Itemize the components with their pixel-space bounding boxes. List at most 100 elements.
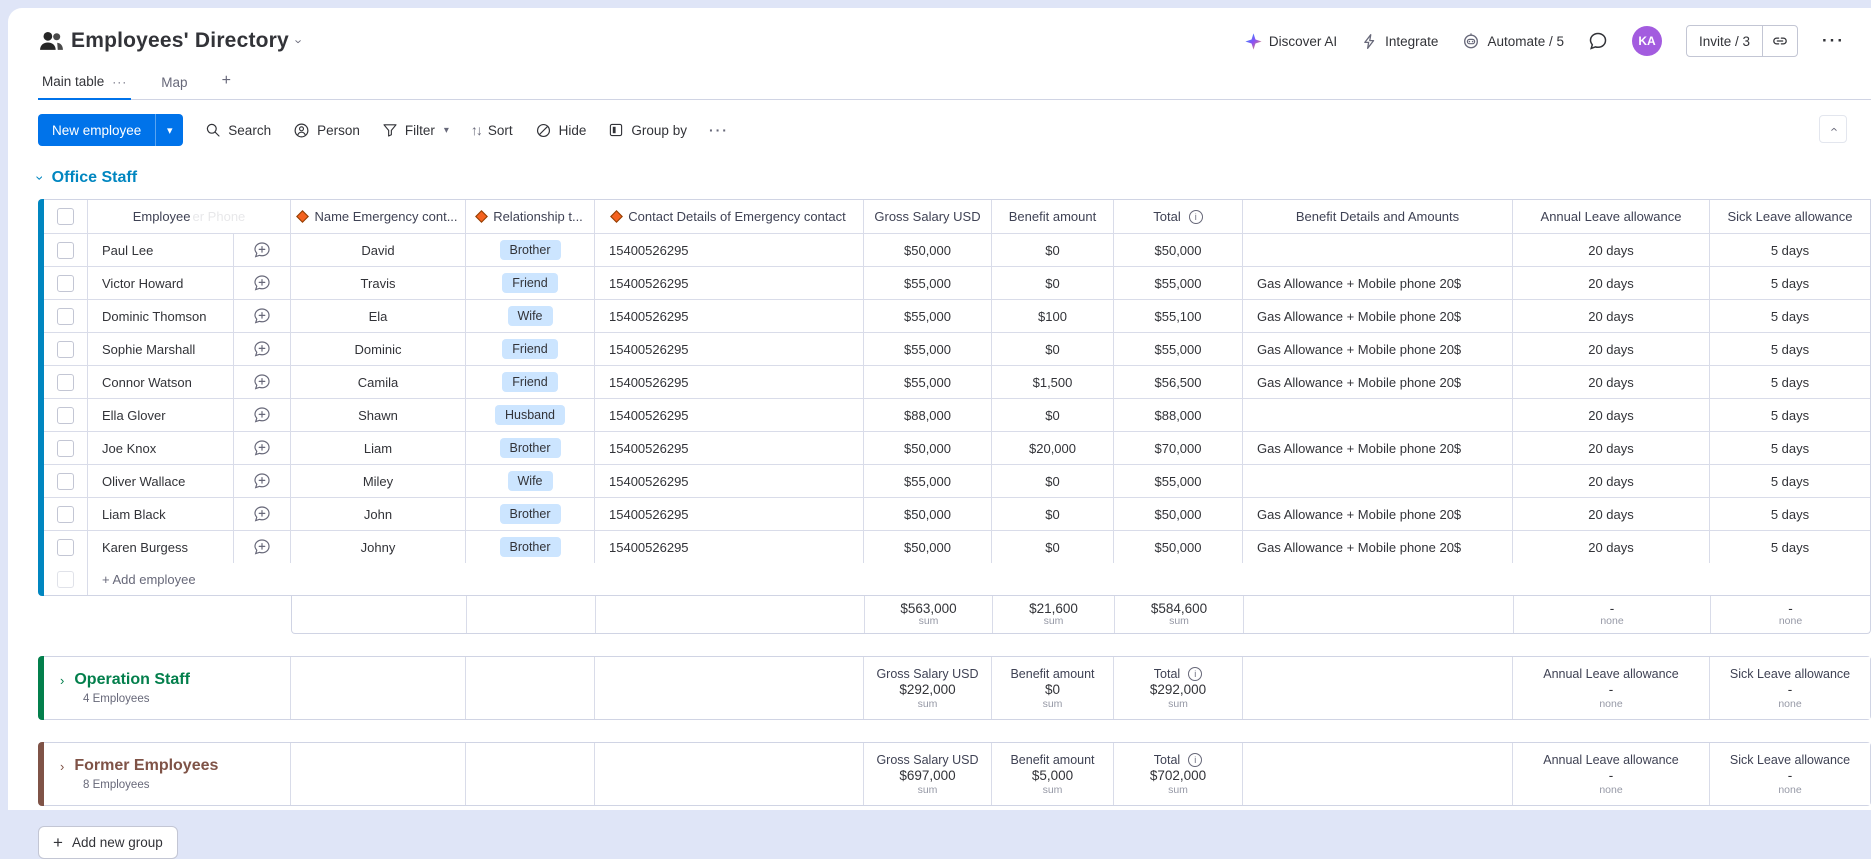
group-operation-staff-header[interactable]: › Operation Staff 4 Employees: [44, 657, 291, 719]
collapsed-annual-leave[interactable]: Annual Leave allowance - none: [1513, 657, 1710, 719]
annual-leave-cell[interactable]: 20 days: [1513, 531, 1710, 563]
relationship-cell[interactable]: Friend: [466, 333, 595, 365]
employee-name-cell[interactable]: Joe Knox: [88, 432, 234, 464]
sick-leave-cell[interactable]: 5 days: [1710, 432, 1870, 464]
sick-leave-cell[interactable]: 5 days: [1710, 300, 1870, 332]
row-checkbox[interactable]: [44, 531, 88, 563]
benefit-details-cell[interactable]: Gas Allowance + Mobile phone 20$: [1243, 366, 1513, 398]
add-update-button[interactable]: [234, 333, 291, 365]
group-former-employees-header[interactable]: › Former Employees 8 Employees: [44, 743, 291, 805]
total-cell[interactable]: $70,000: [1114, 432, 1243, 464]
group-operation-staff-title[interactable]: Operation Staff: [74, 671, 190, 689]
total-cell[interactable]: $88,000: [1114, 399, 1243, 431]
contact-cell[interactable]: 15400526295: [595, 234, 864, 266]
discover-ai-button[interactable]: Discover AI: [1245, 33, 1337, 50]
row-checkbox[interactable]: [44, 333, 88, 365]
row-checkbox[interactable]: [44, 498, 88, 530]
sick-leave-cell[interactable]: 5 days: [1710, 498, 1870, 530]
annual-leave-cell[interactable]: 20 days: [1513, 300, 1710, 332]
sick-leave-cell[interactable]: 5 days: [1710, 399, 1870, 431]
relationship-cell[interactable]: Friend: [466, 267, 595, 299]
benefit-amount-cell[interactable]: $0: [992, 465, 1114, 497]
collapsed-gross-sum[interactable]: Gross Salary USD $292,000 sum: [864, 657, 992, 719]
benefit-amount-cell[interactable]: $0: [992, 267, 1114, 299]
contact-cell[interactable]: 15400526295: [595, 531, 864, 563]
column-header-gross-salary[interactable]: Gross Salary USD: [864, 200, 992, 233]
employee-name-cell[interactable]: Ella Glover: [88, 399, 234, 431]
copy-link-button[interactable]: [1762, 26, 1797, 56]
column-header-sick-leave[interactable]: Sick Leave allowance: [1710, 200, 1870, 233]
column-header-annual-leave[interactable]: Annual Leave allowance: [1513, 200, 1710, 233]
sick-leave-cell[interactable]: 5 days: [1710, 465, 1870, 497]
column-header-total[interactable]: Totali: [1114, 200, 1243, 233]
benefit-amount-cell[interactable]: $0: [992, 333, 1114, 365]
contact-cell[interactable]: 15400526295: [595, 333, 864, 365]
employee-name-cell[interactable]: Liam Black: [88, 498, 234, 530]
table-row[interactable]: Liam Black John Brother 15400526295 $50,…: [44, 498, 1870, 531]
collapsed-total-sum[interactable]: Totali $292,000 sum: [1114, 657, 1243, 719]
benefit-amount-cell[interactable]: $1,500: [992, 366, 1114, 398]
employee-name-cell[interactable]: Karen Burgess: [88, 531, 234, 563]
total-cell[interactable]: $50,000: [1114, 531, 1243, 563]
tab-menu-icon[interactable]: ···: [112, 75, 127, 89]
gross-salary-cell[interactable]: $55,000: [864, 465, 992, 497]
toolbar-more-menu[interactable]: ···: [709, 122, 729, 138]
contact-cell[interactable]: 15400526295: [595, 399, 864, 431]
contact-cell[interactable]: 15400526295: [595, 465, 864, 497]
group-former-employees[interactable]: › Former Employees 8 Employees Gross Sal…: [38, 742, 1871, 806]
benefit-details-cell[interactable]: Gas Allowance + Mobile phone 20$: [1243, 432, 1513, 464]
collapsed-benefit-sum[interactable]: Benefit amount $5,000 sum: [992, 743, 1114, 805]
group-collapse-chevron-icon[interactable]: ›: [32, 176, 48, 181]
annual-leave-cell[interactable]: 20 days: [1513, 399, 1710, 431]
column-header-relationship[interactable]: Relationship t...: [466, 200, 595, 233]
filter-button[interactable]: Filter ▾: [382, 122, 449, 138]
add-update-button[interactable]: [234, 432, 291, 464]
total-cell[interactable]: $55,000: [1114, 267, 1243, 299]
employee-name-cell[interactable]: Oliver Wallace: [88, 465, 234, 497]
group-office-staff-title[interactable]: Office Staff: [52, 169, 137, 187]
table-row[interactable]: Joe Knox Liam Brother 15400526295 $50,00…: [44, 432, 1870, 465]
annual-leave-cell[interactable]: 20 days: [1513, 432, 1710, 464]
gross-salary-cell[interactable]: $50,000: [864, 234, 992, 266]
emergency-name-cell[interactable]: Johny: [291, 531, 466, 563]
row-checkbox[interactable]: [44, 465, 88, 497]
add-new-group-button[interactable]: + Add new group: [38, 826, 178, 859]
emergency-name-cell[interactable]: John: [291, 498, 466, 530]
emergency-name-cell[interactable]: Dominic: [291, 333, 466, 365]
table-row[interactable]: Ella Glover Shawn Husband 15400526295 $8…: [44, 399, 1870, 432]
total-cell[interactable]: $55,100: [1114, 300, 1243, 332]
gross-salary-cell[interactable]: $55,000: [864, 333, 992, 365]
tab-map[interactable]: Map: [157, 75, 191, 99]
sick-leave-sum[interactable]: -none: [1711, 596, 1870, 633]
total-cell[interactable]: $55,000: [1114, 465, 1243, 497]
annual-leave-cell[interactable]: 20 days: [1513, 234, 1710, 266]
benefit-details-cell[interactable]: Gas Allowance + Mobile phone 20$: [1243, 300, 1513, 332]
group-expand-chevron-icon[interactable]: ›: [60, 673, 64, 688]
contact-cell[interactable]: 15400526295: [595, 300, 864, 332]
annual-leave-cell[interactable]: 20 days: [1513, 498, 1710, 530]
employee-name-cell[interactable]: Sophie Marshall: [88, 333, 234, 365]
row-checkbox[interactable]: [44, 432, 88, 464]
search-button[interactable]: Search: [205, 122, 271, 138]
collapsed-sick-leave[interactable]: Sick Leave allowance - none: [1710, 657, 1870, 719]
gross-salary-cell[interactable]: $50,000: [864, 531, 992, 563]
employee-name-cell[interactable]: Victor Howard: [88, 267, 234, 299]
person-filter-button[interactable]: Person: [293, 122, 360, 139]
sick-leave-cell[interactable]: 5 days: [1710, 267, 1870, 299]
board-title-menu[interactable]: Employees' Directory ›: [38, 29, 301, 53]
relationship-cell[interactable]: Brother: [466, 432, 595, 464]
add-view-button[interactable]: +: [218, 72, 235, 99]
add-update-button[interactable]: [234, 531, 291, 563]
relationship-cell[interactable]: Brother: [466, 498, 595, 530]
add-update-button[interactable]: [234, 300, 291, 332]
benefit-details-cell[interactable]: [1243, 465, 1513, 497]
gross-salary-cell[interactable]: $55,000: [864, 267, 992, 299]
collapse-header-button[interactable]: ›: [1819, 115, 1847, 143]
total-cell[interactable]: $50,000: [1114, 234, 1243, 266]
column-header-benefit-details[interactable]: Benefit Details and Amounts: [1243, 200, 1513, 233]
benefit-details-cell[interactable]: Gas Allowance + Mobile phone 20$: [1243, 498, 1513, 530]
table-row[interactable]: Connor Watson Camila Friend 15400526295 …: [44, 366, 1870, 399]
avatar[interactable]: KA: [1632, 26, 1662, 56]
contact-cell[interactable]: 15400526295: [595, 366, 864, 398]
tab-main-table[interactable]: Main table ···: [38, 74, 131, 100]
